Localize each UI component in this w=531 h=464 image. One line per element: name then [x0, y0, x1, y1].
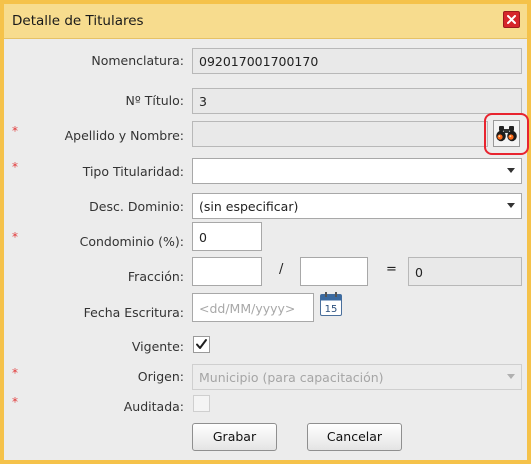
fraccion-equals: = — [386, 262, 397, 277]
apellido-nombre-label: Apellido y Nombre: — [64, 128, 184, 143]
fraccion-numerador-input[interactable] — [192, 257, 262, 286]
tipo-titularidad-select[interactable] — [192, 158, 522, 184]
origen-select[interactable]: Municipio (para capacitación) — [192, 364, 522, 390]
fecha-escritura-input[interactable]: <dd/MM/yyyy> — [192, 293, 314, 322]
close-icon — [507, 15, 516, 24]
auditada-label: Auditada: — [123, 399, 184, 414]
dialog-title: Detalle de Titulares — [12, 13, 144, 29]
close-button[interactable] — [503, 11, 520, 28]
apellido-nombre-field — [192, 121, 488, 147]
fraccion-resultado-field: 0 — [408, 257, 522, 286]
checkmark-icon — [196, 339, 207, 349]
fecha-escritura-label: Fecha Escritura: — [83, 305, 184, 320]
save-button[interactable]: Grabar — [192, 423, 277, 451]
binoculars-icon — [496, 126, 517, 142]
nomenclatura-label: Nomenclatura: — [91, 53, 184, 68]
chevron-down-icon — [507, 203, 515, 208]
calendar-icon: 15 — [320, 292, 342, 316]
search-titular-button[interactable] — [493, 120, 520, 147]
desc-dominio-select[interactable]: (sin especificar) — [192, 193, 522, 219]
dialog-titlebar[interactable]: Detalle de Titulares — [4, 4, 527, 39]
auditada-checkbox[interactable] — [193, 395, 210, 412]
chevron-down-icon — [507, 374, 515, 379]
fraccion-label: Fracción: — [127, 269, 184, 284]
condominio-label: Condominio (%): — [79, 234, 184, 249]
chevron-down-icon — [507, 168, 515, 173]
condominio-input[interactable]: 0 — [192, 222, 262, 251]
origen-value: Municipio (para capacitación) — [199, 370, 384, 385]
desc-dominio-value: (sin especificar) — [199, 199, 299, 214]
calendar-day-text: 15 — [325, 304, 338, 315]
fraccion-denominador-input[interactable] — [300, 257, 368, 286]
desc-dominio-label: Desc. Dominio: — [89, 199, 184, 214]
nro-titulo-label: Nº Título: — [125, 93, 184, 108]
nro-titulo-field: 3 — [192, 88, 522, 114]
calendar-button[interactable]: 15 — [320, 292, 342, 316]
origen-label: Origen: — [137, 369, 184, 384]
fraccion-separator: / — [279, 262, 284, 277]
cancel-button[interactable]: Cancelar — [307, 423, 402, 451]
tipo-titularidad-label: Tipo Titularidad: — [82, 164, 184, 179]
titulares-dialog: Detalle de Titulares Nomenclatura: 09201… — [0, 0, 531, 464]
vigente-label: Vigente: — [131, 339, 184, 354]
vigente-checkbox[interactable] — [193, 336, 210, 353]
nomenclatura-field: 092017001700170 — [192, 48, 522, 74]
